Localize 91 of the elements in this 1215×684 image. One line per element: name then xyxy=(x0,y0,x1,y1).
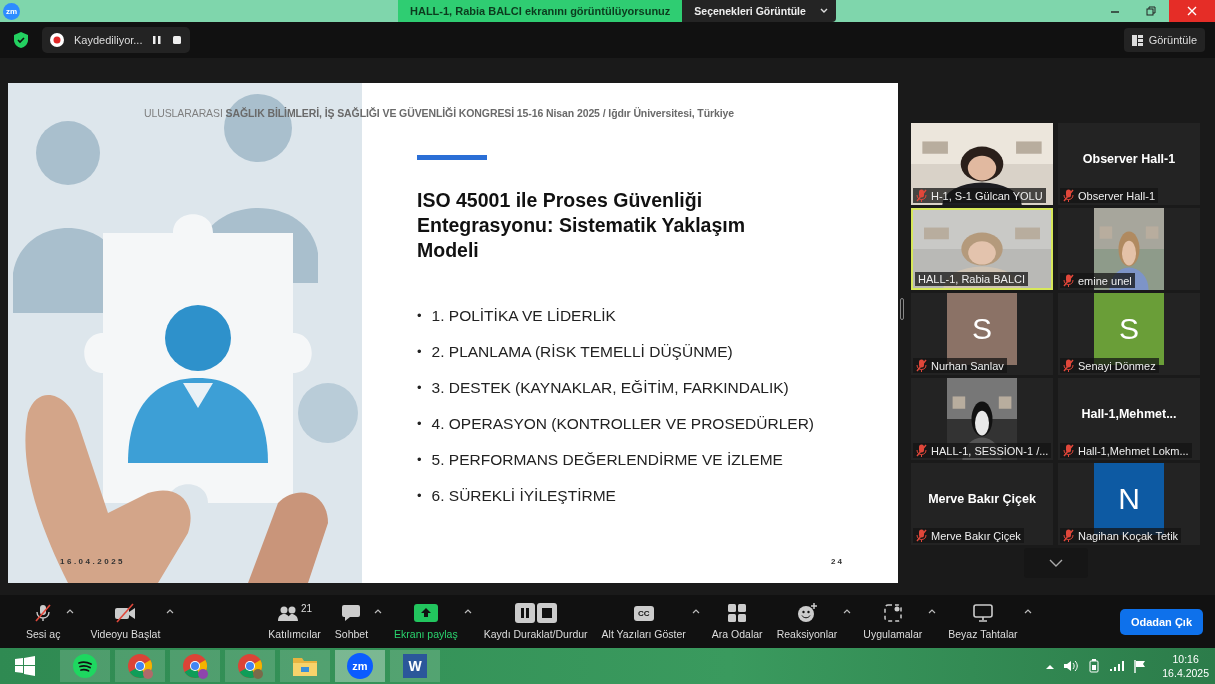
caret-icon xyxy=(66,608,75,614)
resize-handle[interactable] xyxy=(900,298,904,320)
taskbar-app[interactable] xyxy=(170,650,220,682)
toolbar-button[interactable]: 21 Katılımcılar xyxy=(264,603,325,640)
bullet-item: 1. POLİTİKA VE LİDERLİK xyxy=(431,306,616,326)
chevron-icon xyxy=(1048,559,1063,567)
share-notice: HALL-1, Rabia BALCI ekranını görüntülüyorsunuz xyxy=(398,0,683,22)
participant-label: HALL-1, Rabia BALCI xyxy=(918,273,1025,285)
bullet-item: 4. OPERASYON (KONTROLLER VE PROSEDÜRLER) xyxy=(431,414,814,434)
bullet-marker: • xyxy=(417,487,422,505)
bullet-marker: • xyxy=(417,307,422,325)
caret-icon xyxy=(691,608,700,614)
share-screen-icon xyxy=(413,604,438,622)
taskbar-app[interactable] xyxy=(60,650,110,682)
muted-mic-icon xyxy=(33,603,54,623)
caret-icon xyxy=(374,608,383,614)
slide-title: ISO 45001 ile Proses Güvenliği Entegrasyonu: Sistematik Yaklaşım Modeli xyxy=(417,188,747,263)
chat-icon xyxy=(341,604,362,622)
browser-icon xyxy=(182,653,208,679)
slide-header: ULUSLARARASI SAĞLIK BİLİMLERİ, İŞ SAĞLIĞI VE GÜVENLİĞİ KONGRESİ 15-16 Nisan 2025 / Iğdır Üniversitesi, Türkiye xyxy=(144,107,734,119)
participant-name: Merve Bakır Çiçek xyxy=(928,492,1036,506)
windows-logo-icon xyxy=(15,656,35,676)
close-icon xyxy=(1187,6,1197,16)
signal-icon[interactable] xyxy=(1110,661,1125,671)
toolbar-button[interactable]: Videoyu Başlat xyxy=(86,603,165,640)
bullet-marker: • xyxy=(417,343,422,361)
bullet-item: 2. PLANLAMA (RİSK TEMELLİ DÜŞÜNME) xyxy=(431,342,733,362)
toolbar-button[interactable]: Ara Odalar xyxy=(707,603,767,640)
toolbar-button[interactable]: Sohbet xyxy=(330,603,373,640)
bullet-marker: • xyxy=(417,451,422,469)
caret-icon xyxy=(928,608,937,614)
caret-icon xyxy=(1023,608,1032,614)
show-hidden-icon[interactable] xyxy=(1046,663,1055,669)
participant-label: H-1, S-1 Gülcan YOLU xyxy=(931,189,1043,202)
whiteboard-icon xyxy=(972,604,993,622)
smiley-icon xyxy=(796,603,817,623)
taskbar-app[interactable]: W xyxy=(390,650,440,682)
clock-time[interactable]: 10:16 xyxy=(1172,652,1199,666)
app-logo: zm xyxy=(3,2,20,20)
bullet-item: 6. SÜREKLİ İYİLEŞTİRME xyxy=(431,486,616,506)
bullet-item: 5. PERFORMANS DEĞERLENDİRME VE İZLEME xyxy=(431,450,783,470)
bullet-item: 3. DESTEK (KAYNAKLAR, EĞİTİM, FARKINDALIK) xyxy=(431,378,789,398)
caret-icon xyxy=(819,8,828,14)
caret-icon xyxy=(843,608,852,614)
toolbar-button[interactable]: Ekranı paylaş xyxy=(390,603,462,640)
toolbar-button[interactable]: Kaydı Duraklat/Durdur xyxy=(479,603,592,640)
browser-icon xyxy=(127,653,153,679)
participant-name: Observer Hall-1 xyxy=(1082,152,1176,166)
record-icon xyxy=(50,33,64,47)
participant-label: Observer Hall-1 xyxy=(1078,189,1156,202)
shield-icon[interactable] xyxy=(14,32,28,48)
taskbar-app[interactable]: zm xyxy=(335,650,385,682)
stop-icon[interactable] xyxy=(172,35,183,45)
view-options-button[interactable]: Seçenekleri Görüntüle xyxy=(682,0,836,22)
participant-name: Hall-1,Mehmet... xyxy=(1081,407,1177,421)
toolbar-button[interactable]: Uygulamalar xyxy=(859,603,927,640)
participant-count: 21 xyxy=(301,603,313,614)
bullet-marker: • xyxy=(417,415,422,433)
layout-icon xyxy=(1131,34,1143,46)
restore-icon xyxy=(1146,6,1156,16)
muted-camera-icon xyxy=(114,603,137,623)
bullet-marker: • xyxy=(417,379,422,397)
folder-icon xyxy=(292,655,318,677)
recording-status: Kaydediliyor... xyxy=(74,34,143,46)
grid-icon xyxy=(728,604,747,622)
leave-button[interactable]: Odadan Çık xyxy=(1119,608,1203,635)
participant-label: HALL-1, SESSİON-1 /... xyxy=(931,444,1049,457)
toolbar-button[interactable]: Reaksiyonlar xyxy=(772,603,842,640)
speaker-icon[interactable] xyxy=(1064,660,1079,672)
caret-icon xyxy=(463,608,472,614)
battery-icon[interactable] xyxy=(1088,659,1101,673)
pause-icon[interactable] xyxy=(152,35,163,45)
browser-icon xyxy=(237,653,263,679)
participant-label: Hall-1,Mehmet Lokm... xyxy=(1078,444,1189,457)
people-icon xyxy=(277,604,299,622)
view-button[interactable]: Görüntüle xyxy=(1123,28,1205,52)
caret-icon xyxy=(166,608,175,614)
toolbar-button[interactable]: Beyaz Tahtalar xyxy=(944,603,1022,640)
toolbar-button[interactable]: CC Alt Yazıları Göster xyxy=(597,603,690,640)
apps-icon xyxy=(883,604,902,622)
pause-stop-icon xyxy=(514,603,557,623)
participant-label: Merve Bakır Çiçek xyxy=(931,529,1021,542)
clock-date[interactable]: 16.4.2025 xyxy=(1162,666,1209,680)
accent-bar xyxy=(417,155,487,160)
sound-waves-icon xyxy=(73,654,97,678)
slide-date: 16.04.2025 xyxy=(60,557,126,566)
flag-icon[interactable] xyxy=(1134,659,1147,673)
captions-icon: CC xyxy=(633,605,654,621)
participant-label: emine unel xyxy=(1078,274,1132,287)
toolbar-button[interactable]: Sesi aç xyxy=(22,603,65,640)
slide-number: 24 xyxy=(831,557,844,566)
